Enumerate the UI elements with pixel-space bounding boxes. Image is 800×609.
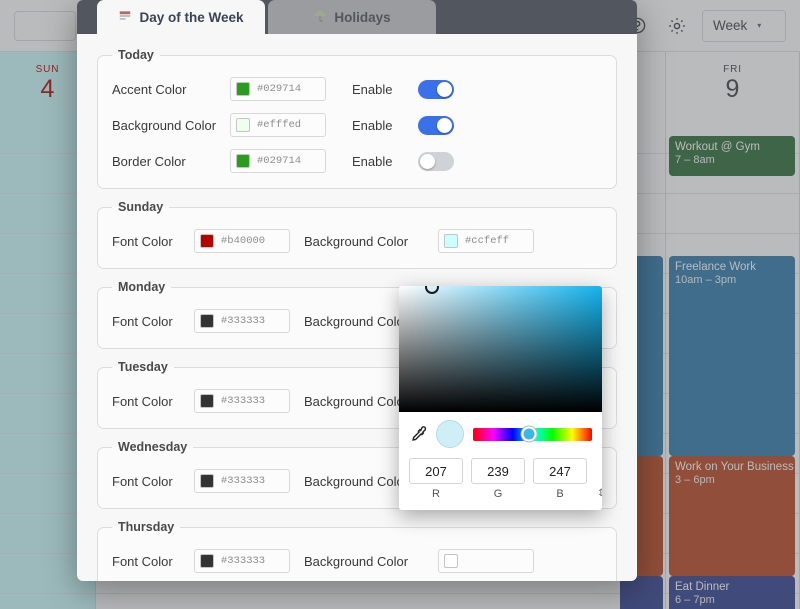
enable-label: Enable: [352, 154, 418, 169]
blue-channel: B: [533, 458, 587, 500]
sunday-font-color-input[interactable]: #b40000: [194, 229, 290, 253]
hex-value: #333333: [221, 555, 265, 567]
toggle-knob: [420, 154, 435, 169]
field-label: Border Color: [112, 154, 230, 169]
color-swatch[interactable]: [444, 234, 458, 248]
tuesday-font-color-input[interactable]: #333333: [194, 389, 290, 413]
calendar-week-icon: [118, 9, 132, 26]
green-label: G: [471, 488, 525, 500]
row-border-color: Border Color #029714 Enable: [112, 146, 602, 176]
border-color-input[interactable]: #029714: [230, 149, 326, 173]
group-sunday: Sunday Font Color #b40000 Background Col…: [97, 200, 617, 269]
green-input[interactable]: [471, 458, 525, 484]
group-legend: Sunday: [112, 200, 169, 214]
thursday-font-color-input[interactable]: #333333: [194, 549, 290, 573]
hex-value: #333333: [221, 315, 265, 327]
red-label: R: [409, 488, 463, 500]
hex-value: #333333: [221, 395, 265, 407]
group-thursday: Thursday Font Color #333333 Background C…: [97, 520, 617, 581]
color-swatch[interactable]: [236, 82, 250, 96]
tab-day-of-the-week[interactable]: Day of the Week: [97, 0, 265, 34]
sunday-background-color-input[interactable]: #ccfeff: [438, 229, 534, 253]
toggle-knob: [437, 118, 452, 133]
color-picker-popup[interactable]: R G B ⇕: [399, 286, 602, 510]
color-swatch[interactable]: [236, 118, 250, 132]
color-picker-controls: R G B ⇕: [399, 412, 602, 500]
color-swatch[interactable]: [200, 234, 214, 248]
tab-holidays[interactable]: Holidays: [268, 0, 436, 34]
row-colors: Font Color #b40000 Background Color #ccf…: [112, 226, 602, 256]
row-colors: Font Color #333333 Background Color: [112, 546, 602, 576]
color-swatch[interactable]: [200, 474, 214, 488]
font-color-label: Font Color: [112, 474, 194, 489]
group-legend: Thursday: [112, 520, 180, 534]
color-format-stepper-icon[interactable]: ⇕: [597, 488, 602, 499]
color-swatch[interactable]: [200, 554, 214, 568]
group-today: Today Accent Color #029714 Enable Backgr…: [97, 48, 617, 189]
font-color-label: Font Color: [112, 234, 194, 249]
color-swatch[interactable]: [236, 154, 250, 168]
group-legend: Monday: [112, 280, 171, 294]
saturation-value-area[interactable]: [399, 286, 602, 412]
hue-slider[interactable]: [473, 428, 592, 441]
row-background-color: Background Color #efffed Enable: [112, 110, 602, 140]
field-label: Background Color: [112, 118, 230, 133]
accent-color-toggle[interactable]: [418, 80, 454, 99]
red-channel: R: [409, 458, 463, 500]
font-color-label: Font Color: [112, 394, 194, 409]
red-input[interactable]: [409, 458, 463, 484]
enable-label: Enable: [352, 82, 418, 97]
hex-value: #029714: [257, 83, 301, 95]
background-color-toggle[interactable]: [418, 116, 454, 135]
row-accent-color: Accent Color #029714 Enable: [112, 74, 602, 104]
tab-label: Holidays: [334, 10, 390, 25]
background-color-label: Background Color: [304, 234, 438, 249]
hex-value: #333333: [221, 475, 265, 487]
hex-value: #b40000: [221, 235, 265, 247]
modal-tabbar: Day of the Week Holidays: [77, 0, 637, 34]
hex-value: #efffed: [257, 119, 301, 131]
blue-input[interactable]: [533, 458, 587, 484]
rgb-inputs-row: R G B ⇕: [409, 458, 592, 500]
border-color-toggle[interactable]: [418, 152, 454, 171]
group-legend: Wednesday: [112, 440, 193, 454]
accent-color-input[interactable]: #029714: [230, 77, 326, 101]
color-swatch[interactable]: [200, 394, 214, 408]
hue-slider-handle[interactable]: [521, 427, 536, 442]
blue-label: B: [533, 488, 587, 500]
green-channel: G: [471, 458, 525, 500]
picker-top-row: [409, 420, 592, 448]
wednesday-font-color-input[interactable]: #333333: [194, 469, 290, 493]
screen: ‹ › Week ▾ SUN: [0, 0, 800, 609]
font-color-label: Font Color: [112, 554, 194, 569]
hex-value: #029714: [257, 155, 301, 167]
group-legend: Tuesday: [112, 360, 174, 374]
background-color-input[interactable]: #efffed: [230, 113, 326, 137]
enable-label: Enable: [352, 118, 418, 133]
background-color-label: Background Color: [304, 554, 438, 569]
thursday-background-color-input[interactable]: [438, 549, 534, 573]
color-swatch[interactable]: [200, 314, 214, 328]
font-color-label: Font Color: [112, 314, 194, 329]
color-swatch[interactable]: [444, 554, 458, 568]
toggle-knob: [437, 82, 452, 97]
group-legend: Today: [112, 48, 160, 62]
umbrella-icon: [313, 9, 327, 26]
color-preview-swatch: [436, 420, 464, 448]
eyedropper-icon[interactable]: [409, 425, 427, 443]
sv-cursor-handle[interactable]: [425, 286, 439, 294]
monday-font-color-input[interactable]: #333333: [194, 309, 290, 333]
field-label: Accent Color: [112, 82, 230, 97]
hex-value: #ccfeff: [465, 235, 509, 247]
tab-label: Day of the Week: [139, 10, 243, 25]
